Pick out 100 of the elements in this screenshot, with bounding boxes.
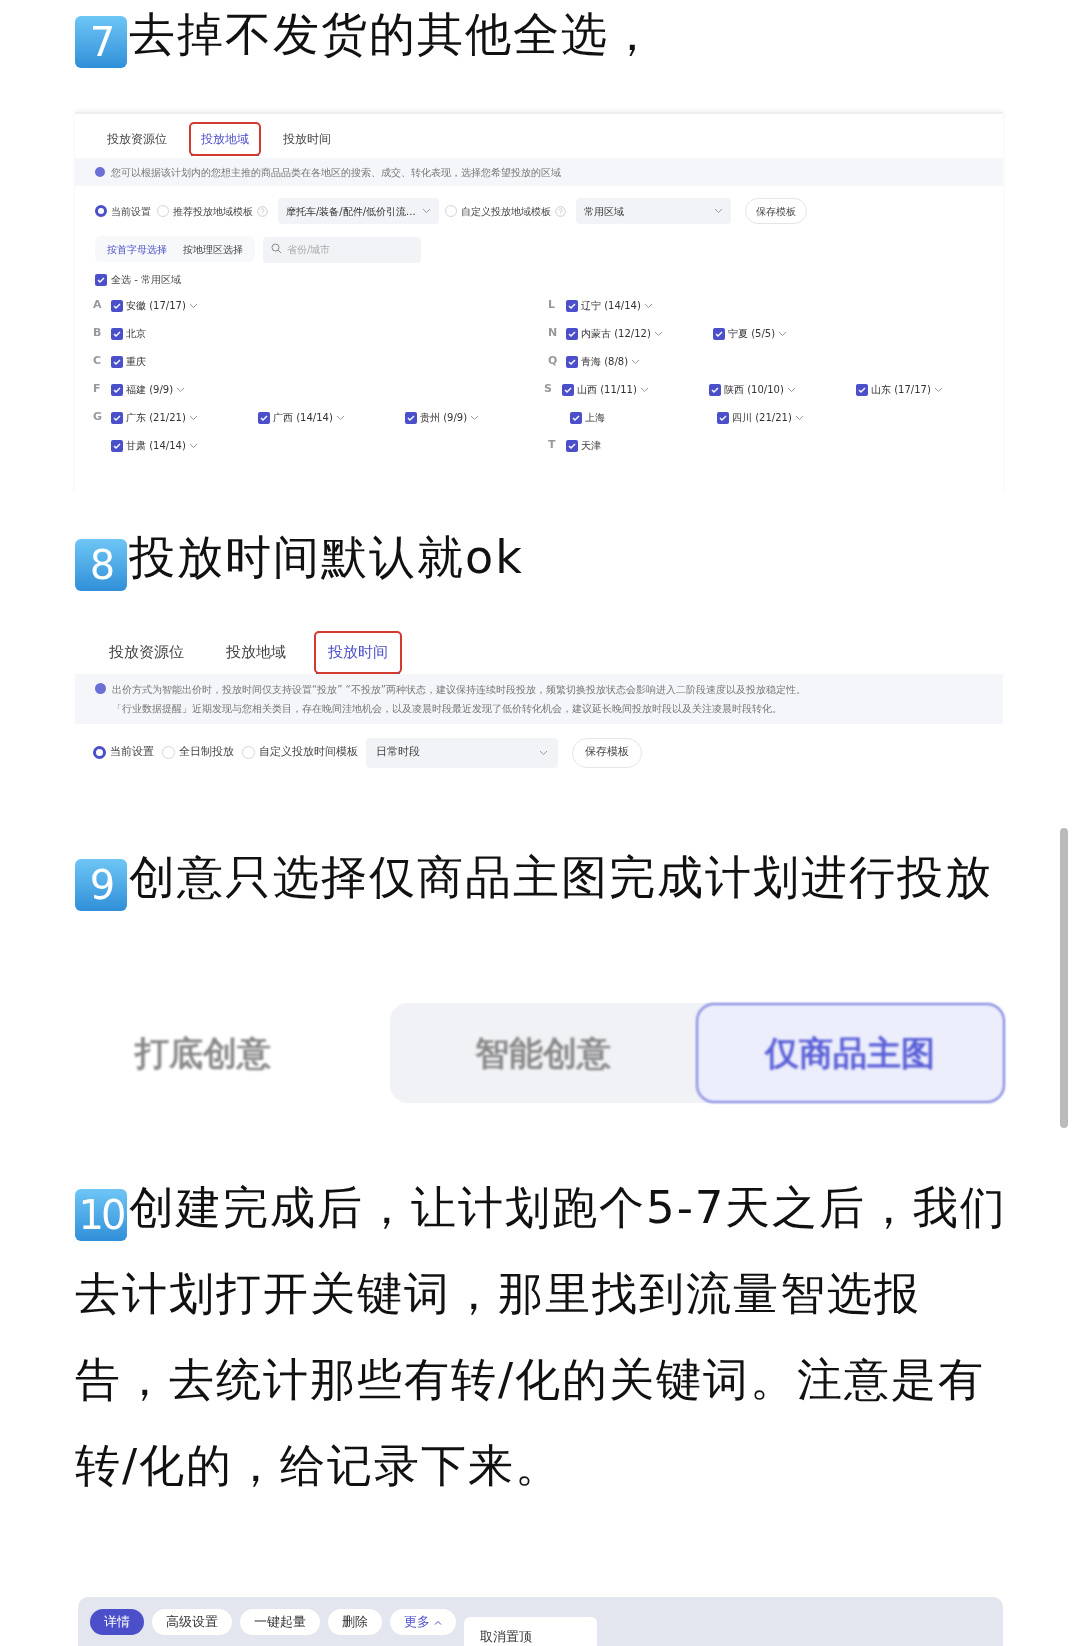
index-letter: A xyxy=(93,297,102,314)
province-label: 安徽 (17/17) xyxy=(126,299,186,313)
checkbox[interactable] xyxy=(717,411,729,424)
chevron-down-icon[interactable] xyxy=(778,330,788,337)
chevron-down-icon[interactable] xyxy=(794,414,804,421)
chevron-down-icon[interactable] xyxy=(539,749,548,756)
tab[interactable]: 投放资源位 xyxy=(97,633,196,672)
action-button[interactable]: 高级设置 xyxy=(152,1609,232,1635)
action-button[interactable]: 一键起量 xyxy=(240,1609,320,1635)
menu-item[interactable]: 取消置顶 xyxy=(480,1627,581,1646)
checkbox[interactable] xyxy=(111,327,123,340)
index-letter: L xyxy=(548,297,555,314)
radio-button[interactable] xyxy=(95,205,107,217)
chevron-down-icon[interactable] xyxy=(188,302,198,309)
checkbox[interactable] xyxy=(566,355,578,368)
province-label: 天津 xyxy=(581,439,601,453)
province-label: 广西 (14/14) xyxy=(273,411,333,425)
chevron-down-icon[interactable] xyxy=(713,208,723,214)
chevron-down-icon[interactable] xyxy=(421,208,431,214)
filter-tab[interactable]: 按首字母选择 xyxy=(99,236,175,262)
chevron-down-icon[interactable] xyxy=(188,442,198,449)
step-heading: 9 创意只选择仅商品主图完成计划进行投放 xyxy=(75,849,1005,911)
select-all-label: 全选 - 常用区域 xyxy=(111,273,181,287)
number-badge: 10 xyxy=(75,1189,127,1241)
province-label: 辽宁 (14/14) xyxy=(581,299,641,313)
search-field[interactable]: 省份/城市 xyxy=(263,236,421,263)
action-button[interactable]: 详情 xyxy=(90,1609,144,1635)
province-label: 宁夏 (5/5) xyxy=(728,327,776,341)
info-text: 出价方式为智能出价时，投放时间仅支持设置“投放” “不投放”两种状态，建议保持连续时段投放，频繁切换投放状态会影响进入二阶段速度以及投放稳定性。 xyxy=(112,682,806,697)
province-label: 广东 (21/21) xyxy=(126,411,186,425)
checkbox[interactable] xyxy=(713,327,725,340)
checkbox[interactable] xyxy=(405,411,417,424)
checkbox[interactable] xyxy=(566,327,578,340)
index-letter: T xyxy=(548,437,556,454)
checkbox[interactable] xyxy=(709,383,721,396)
index-letter: G xyxy=(93,409,103,426)
tab[interactable]: 投放时间 xyxy=(316,633,400,672)
checkbox[interactable] xyxy=(111,355,123,368)
tab[interactable]: 投放地域 xyxy=(191,124,259,154)
chevron-down-icon[interactable] xyxy=(188,414,198,421)
info-icon xyxy=(95,682,106,694)
caret-up-icon xyxy=(434,1619,442,1625)
search-icon xyxy=(271,243,282,254)
province-label: 重庆 xyxy=(126,355,146,369)
info-icon xyxy=(95,167,105,177)
province-label: 陕西 (10/10) xyxy=(724,383,784,397)
index-letter: C xyxy=(93,353,102,370)
checkbox[interactable] xyxy=(111,299,123,312)
province-label: 甘肃 (14/14) xyxy=(126,439,186,453)
checkbox[interactable] xyxy=(570,411,582,424)
chevron-down-icon[interactable] xyxy=(335,414,345,421)
province-label: 上海 xyxy=(585,411,605,425)
radio-button[interactable] xyxy=(93,746,106,759)
province-label: 山东 (17/17) xyxy=(871,383,931,397)
province-label: 福建 (9/9) xyxy=(126,383,174,397)
radio-label: 当前设置 xyxy=(110,744,154,761)
chevron-down-icon[interactable] xyxy=(653,330,663,337)
checkbox[interactable] xyxy=(566,299,578,312)
step-heading: 7 去掉不发货的其他全选， xyxy=(75,6,1005,68)
chevron-down-icon[interactable] xyxy=(631,358,641,365)
action-button[interactable]: 删除 xyxy=(328,1609,382,1635)
checkbox[interactable] xyxy=(95,273,107,286)
checkbox[interactable] xyxy=(111,439,123,452)
index-letter: N xyxy=(548,325,558,342)
dropdown[interactable]: 常用区域 xyxy=(575,198,731,224)
tab[interactable]: 投放时间 xyxy=(273,124,341,154)
checkbox[interactable] xyxy=(566,439,578,452)
chevron-down-icon[interactable] xyxy=(643,302,653,309)
number-badge: 7 xyxy=(75,16,127,68)
province-label: 青海 (8/8) xyxy=(581,355,629,369)
help-icon[interactable] xyxy=(257,205,268,217)
filter-tab[interactable]: 按地理区选择 xyxy=(175,236,251,262)
chevron-down-icon[interactable] xyxy=(470,414,480,421)
province-label: 内蒙古 (12/12) xyxy=(581,327,651,341)
province-label: 山西 (11/11) xyxy=(577,383,637,397)
checkbox[interactable] xyxy=(111,383,123,396)
province-label: 四川 (21/21) xyxy=(732,411,792,425)
tab[interactable]: 投放地域 xyxy=(214,633,298,672)
dropdown[interactable]: 日常时段 xyxy=(366,737,558,768)
chevron-down-icon[interactable] xyxy=(786,386,796,393)
checkbox[interactable] xyxy=(562,383,574,396)
index-letter: S xyxy=(544,381,552,398)
help-icon[interactable] xyxy=(554,205,566,217)
tab[interactable]: 投放资源位 xyxy=(97,124,177,154)
chevron-down-icon[interactable] xyxy=(639,386,649,393)
info-text: 您可以根据该计划内的您想主推的商品品类在各地区的搜索、成交、转化表现，选择您希望投放的区域 xyxy=(111,165,561,180)
chevron-down-icon[interactable] xyxy=(176,386,186,393)
checkbox[interactable] xyxy=(856,383,868,396)
more-button[interactable]: 更多 xyxy=(390,1609,456,1635)
radio-label: 自定义投放时间模板 xyxy=(259,744,358,761)
number-badge: 9 xyxy=(75,859,127,911)
step-heading: 8 投放时间默认就ok xyxy=(75,529,1005,591)
checkbox[interactable] xyxy=(258,411,270,424)
chevron-down-icon[interactable] xyxy=(933,386,943,393)
province-label: 北京 xyxy=(126,327,146,341)
province-label: 贵州 (9/9) xyxy=(420,411,468,425)
dropdown[interactable]: 摩托车/装备/配件/低价引流... xyxy=(278,198,439,224)
index-letter: F xyxy=(93,381,101,398)
checkbox[interactable] xyxy=(111,411,123,424)
index-letter: Q xyxy=(548,353,558,370)
